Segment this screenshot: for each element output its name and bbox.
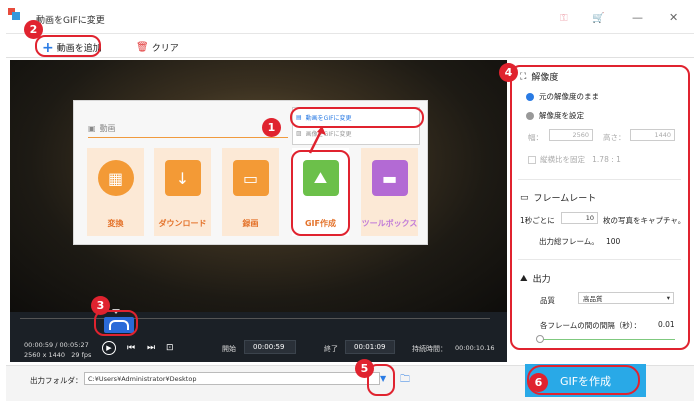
close-icon[interactable]: ✕ bbox=[669, 11, 678, 24]
radio-set-resolution[interactable]: 解像度を設定 bbox=[526, 110, 584, 121]
window-title: 動画をGIFに変更 bbox=[36, 16, 105, 26]
timeline-track[interactable] bbox=[20, 318, 490, 319]
tile-record[interactable]: ▭ 録画 bbox=[222, 148, 279, 236]
key-icon[interactable]: ⚿ bbox=[560, 13, 568, 24]
step-marker-1: 1 bbox=[262, 118, 281, 137]
film-icon: ▦ bbox=[97, 160, 134, 196]
download-icon: ↓ bbox=[164, 160, 201, 196]
monitor-icon: ▭ bbox=[232, 160, 269, 196]
radio-keep-resolution[interactable]: 元の解像度のまま bbox=[526, 91, 599, 102]
overlay-header-label: 動画 bbox=[99, 124, 116, 133]
width-input[interactable]: 2560 bbox=[549, 129, 593, 141]
interval-label: 各フレームの間の間隔（秒）： bbox=[540, 321, 642, 330]
width-label: 幅： bbox=[528, 133, 543, 142]
start-time-input[interactable]: 00:00:59 bbox=[244, 340, 296, 354]
output-folder-input[interactable]: C:¥Users¥Administrator¥Desktop bbox=[84, 372, 380, 385]
tile-convert[interactable]: ▦ 変換 bbox=[87, 148, 144, 236]
toolbox-icon: ▬ bbox=[371, 160, 408, 196]
end-time-input[interactable]: 00:01:09 bbox=[345, 340, 395, 354]
clear-button[interactable]: 🗑 クリア bbox=[136, 41, 179, 54]
frames-per-second-input[interactable]: 10 bbox=[561, 212, 598, 224]
video-icon: ▣ bbox=[88, 124, 96, 133]
tile-toolbox[interactable]: ▬ ツールボックス bbox=[361, 148, 418, 236]
current-time: 00:00:59 bbox=[24, 341, 54, 349]
interval-value: 0.01 bbox=[658, 320, 675, 329]
framerate-title-label: フレームレート bbox=[533, 194, 597, 204]
framerate-title: ▭ フレームレート bbox=[520, 191, 597, 205]
video-resolution: 2560 x 1440 bbox=[24, 351, 66, 359]
aspect-value: 1.78 : 1 bbox=[592, 155, 621, 164]
step-marker-5: 5 bbox=[355, 359, 374, 378]
tile-download[interactable]: ↓ ダウンロード bbox=[154, 148, 211, 236]
title-bar bbox=[6, 6, 694, 34]
set-resolution-label: 解像度を設定 bbox=[539, 111, 584, 120]
output-folder-label: 出力フォルダ： bbox=[30, 376, 83, 385]
output-title: ⛰ 出力 bbox=[520, 272, 551, 286]
overlay-header: ▣ 動画 bbox=[88, 123, 116, 134]
highlight-ring bbox=[510, 65, 690, 350]
resolution-title-label: 解像度 bbox=[531, 73, 559, 83]
radio-checked-icon bbox=[526, 93, 534, 101]
per-second-suffix: 枚の写真をキャプチャ。 bbox=[603, 216, 686, 225]
folder-open-icon[interactable]: 🗀 bbox=[400, 372, 410, 389]
tile-download-label: ダウンロード bbox=[158, 219, 207, 228]
snapshot-icon[interactable]: ⊡ bbox=[166, 343, 174, 353]
time-readout: 00:00:59 / 00:05:27 bbox=[24, 341, 89, 349]
arrow-icon bbox=[308, 126, 326, 154]
quality-select[interactable]: 高品質 ▾ bbox=[578, 292, 674, 304]
aspect-label: 縦横比を固定 bbox=[540, 155, 585, 164]
keep-resolution-label: 元の解像度のまま bbox=[539, 92, 599, 101]
per-second-prefix: 1秒ごとに bbox=[520, 216, 555, 225]
tile-convert-label: 変換 bbox=[107, 219, 124, 228]
step-marker-4: 4 bbox=[499, 63, 518, 82]
video-fps: 29 fps bbox=[71, 351, 92, 359]
divider bbox=[518, 259, 681, 260]
slider-handle[interactable] bbox=[536, 335, 544, 343]
clear-label: クリア bbox=[151, 44, 179, 54]
highlight-ring bbox=[291, 150, 350, 236]
trash-icon: 🗑 bbox=[136, 42, 149, 53]
tile-record-label: 録画 bbox=[242, 219, 259, 228]
radio-unchecked-icon bbox=[526, 112, 534, 120]
divider bbox=[518, 179, 681, 180]
total-frames-label: 出力総フレーム。 bbox=[539, 237, 599, 246]
toolbar bbox=[6, 34, 694, 58]
interval-slider[interactable] bbox=[540, 339, 675, 340]
resolution-title: ⛶ 解像度 bbox=[520, 70, 559, 84]
checkbox-icon bbox=[528, 156, 536, 164]
play-button[interactable]: ▶ bbox=[102, 341, 116, 355]
step-marker-3: 3 bbox=[91, 296, 110, 315]
step-marker-2: 2 bbox=[24, 20, 43, 39]
step-marker-6: 6 bbox=[529, 373, 548, 392]
tile-toolbox-label: ツールボックス bbox=[361, 219, 418, 228]
chevron-down-icon: ▾ bbox=[666, 294, 670, 302]
overlay-divider bbox=[88, 137, 288, 138]
film-strip-icon: ▭ bbox=[520, 192, 529, 203]
image-outline-icon: ⛰ bbox=[520, 273, 528, 284]
height-input[interactable]: 1440 bbox=[630, 129, 675, 141]
prev-frame-icon[interactable]: ⏮ bbox=[127, 343, 135, 353]
aspect-ratio-checkbox[interactable]: 縦横比を固定 1.78 : 1 bbox=[528, 154, 621, 165]
total-frames: 出力総フレーム。 100 bbox=[539, 236, 620, 247]
cart-icon[interactable]: 🛒 bbox=[592, 13, 604, 24]
start-label: 開始 bbox=[222, 345, 236, 353]
app-logo-icon bbox=[8, 8, 20, 20]
video-info: 2560 x 1440 29 fps bbox=[24, 351, 91, 359]
expand-icon: ⛶ bbox=[520, 71, 527, 82]
height-label: 高さ： bbox=[603, 133, 626, 142]
output-title-label: 出力 bbox=[532, 275, 551, 285]
highlight-ring bbox=[35, 35, 101, 57]
total-frames-value: 100 bbox=[605, 237, 621, 246]
end-label: 終了 bbox=[324, 345, 338, 353]
duration-label: 持続時間： bbox=[412, 345, 447, 353]
minimize-icon[interactable]: — bbox=[632, 11, 643, 24]
quality-label: 品質 bbox=[540, 296, 555, 305]
duration-value: 00:00:10.16 bbox=[455, 344, 495, 352]
quality-value: 高品質 bbox=[583, 295, 603, 303]
total-time: 00:05:27 bbox=[59, 341, 89, 349]
next-frame-icon[interactable]: ⏭ bbox=[147, 343, 155, 353]
